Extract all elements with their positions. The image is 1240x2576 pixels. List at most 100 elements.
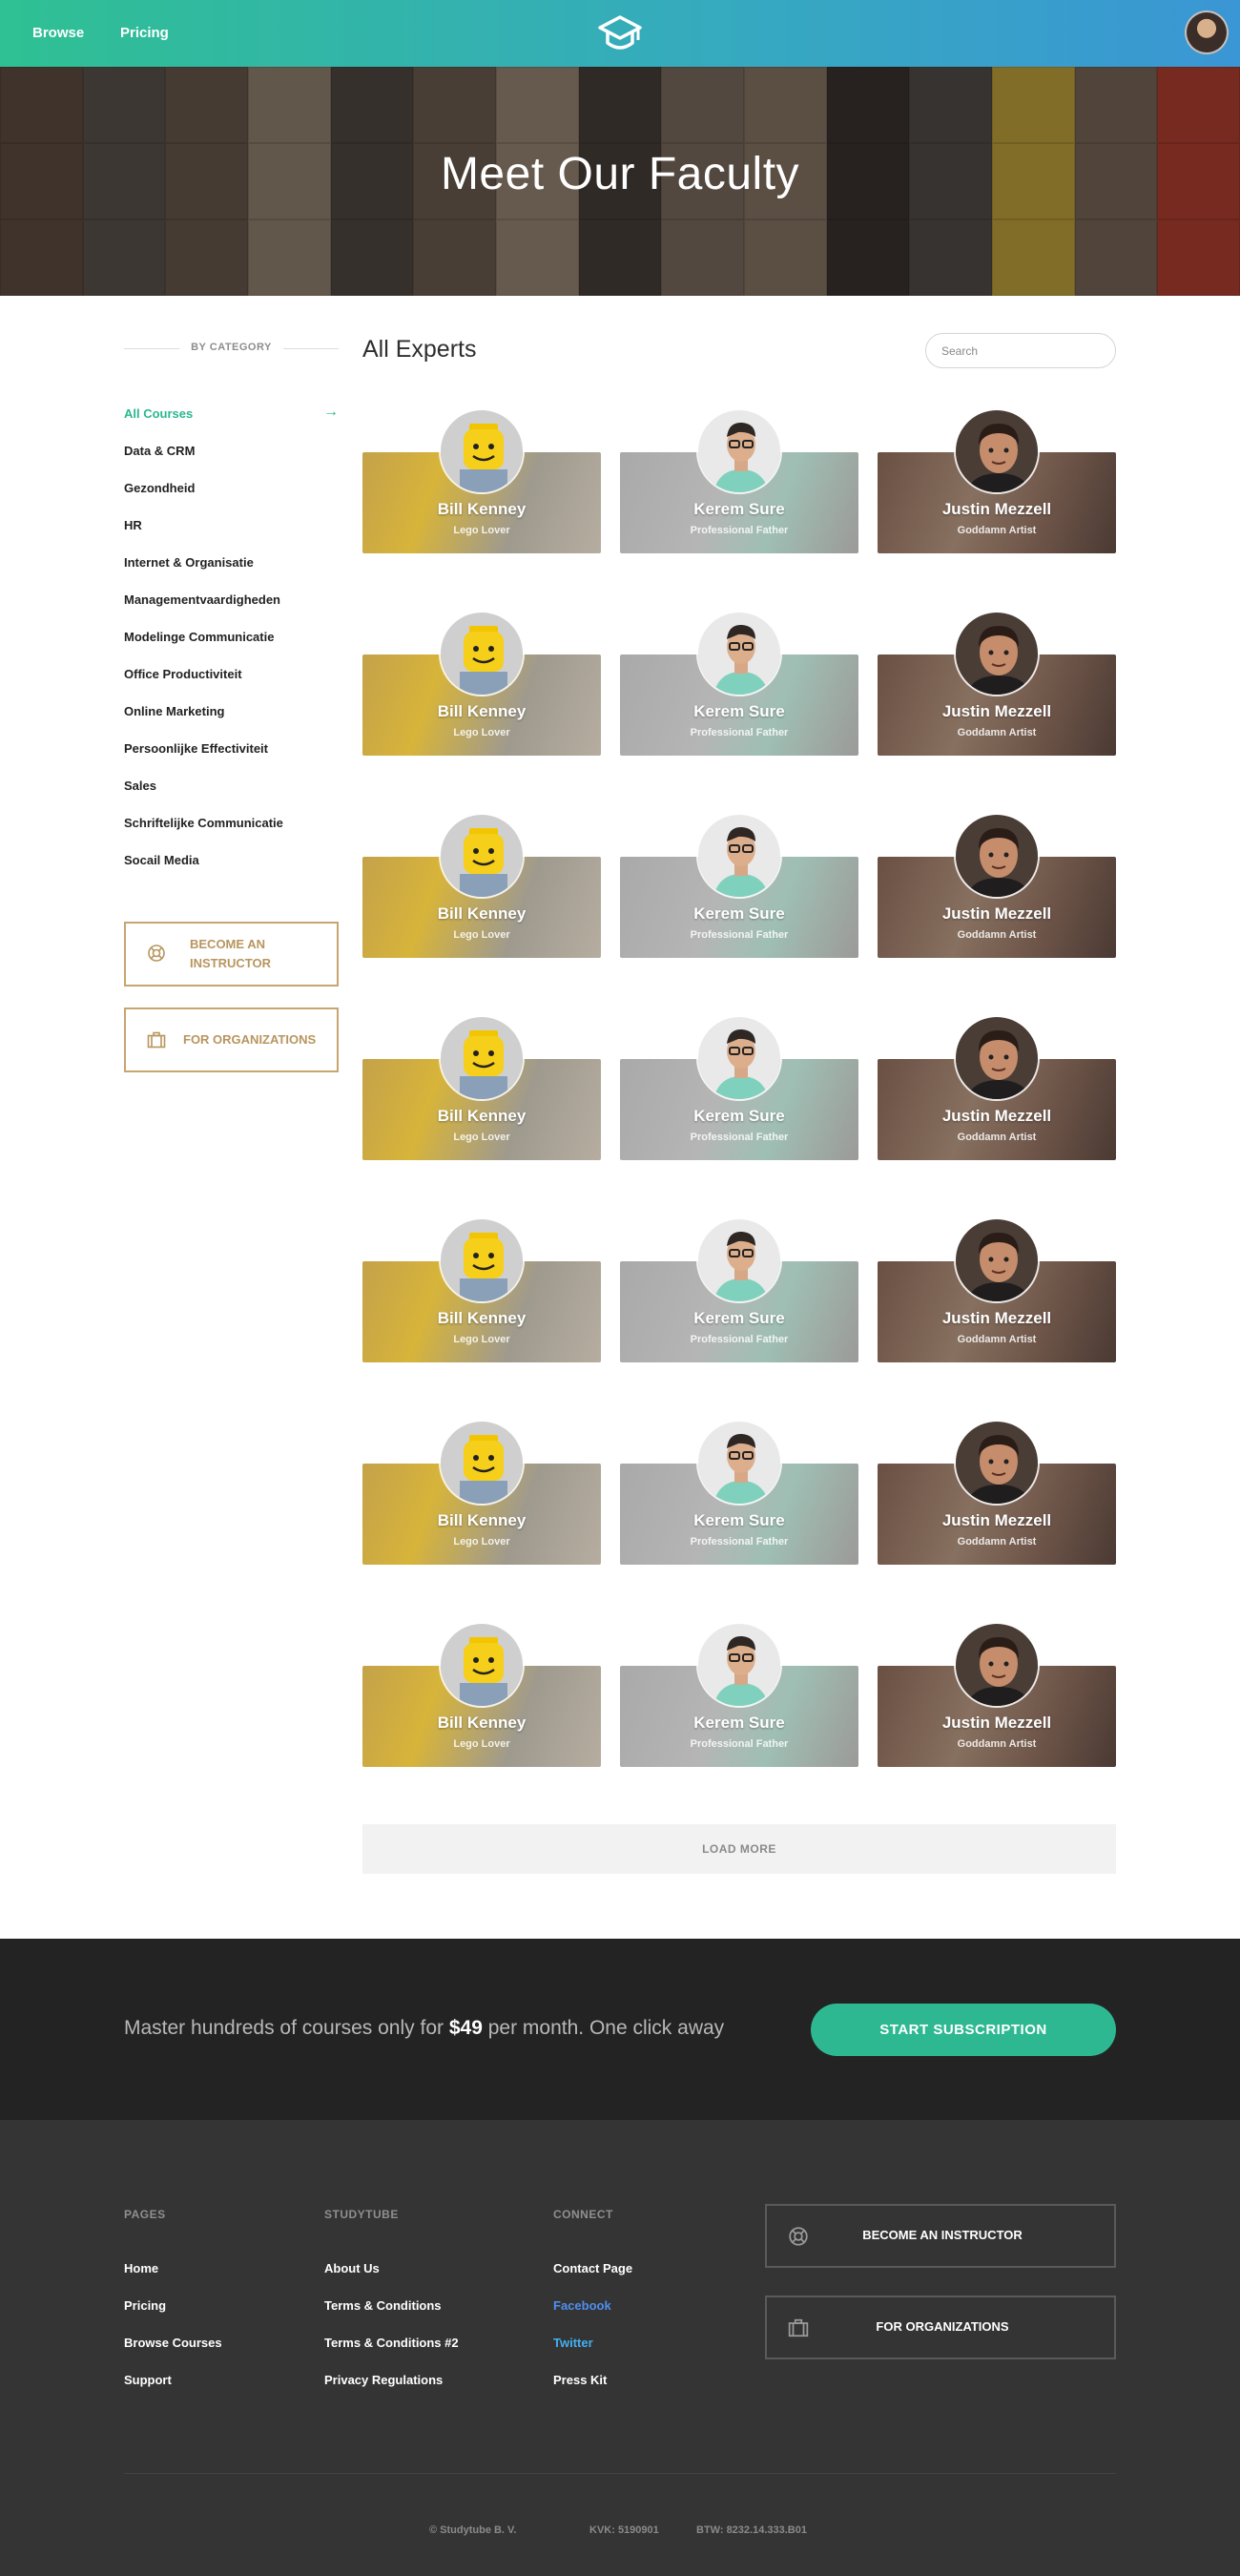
load-more-button[interactable]: LOAD MORE: [362, 1824, 1116, 1874]
graduation-cap-icon[interactable]: [596, 11, 644, 55]
expert-role: Goddamn Artist: [957, 727, 1037, 738]
subscription-banner: Master hundreds of courses only for $49 …: [0, 1939, 1240, 2120]
expert-role: Lego Lover: [453, 1334, 510, 1345]
expert-portrait: [954, 1622, 1040, 1708]
expert-card[interactable]: Justin Mezzell Goddamn Artist: [878, 1015, 1116, 1160]
expert-portrait: [954, 1015, 1040, 1101]
expert-name: Bill Kenney: [437, 1107, 527, 1125]
expert-card[interactable]: Kerem Sure Professional Father: [620, 408, 858, 553]
expert-card[interactable]: Justin Mezzell Goddamn Artist: [878, 611, 1116, 756]
expert-card[interactable]: Kerem Sure Professional Father: [620, 1420, 858, 1565]
expert-card[interactable]: Bill Kenney Lego Lover: [362, 408, 601, 553]
expert-name: Justin Mezzell: [941, 500, 1052, 518]
expert-role: Professional Father: [690, 1132, 789, 1143]
for-organizations-button[interactable]: FOR ORGANIZATIONS: [124, 1008, 339, 1072]
footer-link[interactable]: Press Kit: [553, 2373, 632, 2410]
become-instructor-label-line2: INSTRUCTOR: [190, 956, 271, 970]
expert-portrait: [696, 813, 782, 899]
footer-link[interactable]: Privacy Regulations: [324, 2373, 459, 2410]
expert-card[interactable]: Justin Mezzell Goddamn Artist: [878, 408, 1116, 553]
expert-name: Bill Kenney: [437, 1309, 527, 1327]
expert-portrait: [696, 611, 782, 696]
expert-card[interactable]: Bill Kenney Lego Lover: [362, 1622, 601, 1767]
expert-portrait: [954, 408, 1040, 494]
footer-link[interactable]: Support: [124, 2373, 222, 2410]
category-item[interactable]: Schriftelijke Communicatie: [124, 816, 339, 853]
expert-name: Justin Mezzell: [941, 1309, 1052, 1327]
user-avatar[interactable]: [1185, 10, 1229, 54]
footer-link[interactable]: Home: [124, 2261, 222, 2298]
search-input[interactable]: [925, 333, 1116, 368]
briefcase-icon: [147, 1030, 166, 1049]
subscription-text-after: per month. One click away: [482, 2017, 725, 2039]
category-item[interactable]: All Courses →: [124, 404, 339, 444]
footer-for-organizations-button[interactable]: FOR ORGANIZATIONS: [765, 2296, 1116, 2359]
subscription-text-before: Master hundreds of courses only for: [124, 2017, 449, 2039]
footer-link[interactable]: Facebook: [553, 2298, 632, 2336]
expert-role: Goddamn Artist: [957, 525, 1037, 536]
expert-card[interactable]: Bill Kenney Lego Lover: [362, 1420, 601, 1565]
category-item[interactable]: Sales: [124, 779, 339, 816]
expert-portrait: [439, 1420, 525, 1506]
footer-become-instructor-button[interactable]: BECOME AN INSTRUCTOR: [765, 2204, 1116, 2268]
expert-role: Professional Father: [690, 727, 789, 738]
expert-card[interactable]: Bill Kenney Lego Lover: [362, 611, 601, 756]
category-item[interactable]: Office Productiviteit: [124, 667, 339, 704]
start-subscription-button[interactable]: START SUBSCRIPTION: [811, 2004, 1116, 2056]
footer-link[interactable]: Terms & Conditions #2: [324, 2336, 459, 2373]
expert-portrait: [696, 1420, 782, 1506]
expert-card[interactable]: Kerem Sure Professional Father: [620, 1622, 858, 1767]
expert-card[interactable]: Bill Kenney Lego Lover: [362, 813, 601, 958]
category-list: All Courses → Data & CRM Gezondheid HR Intern…: [124, 404, 339, 890]
expert-name: Bill Kenney: [437, 1714, 527, 1732]
expert-name: Kerem Sure: [693, 702, 785, 720]
expert-name: Bill Kenney: [437, 904, 527, 923]
category-item[interactable]: Internet & Organisatie: [124, 555, 339, 592]
expert-name: Justin Mezzell: [941, 1511, 1052, 1529]
footer-pages-heading: PAGES: [124, 2208, 166, 2221]
expert-card[interactable]: Kerem Sure Professional Father: [620, 813, 858, 958]
expert-card[interactable]: Kerem Sure Professional Father: [620, 1217, 858, 1362]
expert-role: Lego Lover: [453, 525, 510, 536]
expert-role: Lego Lover: [453, 1536, 510, 1548]
category-item[interactable]: HR: [124, 518, 339, 555]
footer-link[interactable]: About Us: [324, 2261, 459, 2298]
expert-name: Kerem Sure: [693, 1107, 785, 1125]
category-item[interactable]: Gezondheid: [124, 481, 339, 518]
become-instructor-button[interactable]: BECOME AN INSTRUCTOR: [124, 922, 339, 987]
expert-card[interactable]: Justin Mezzell Goddamn Artist: [878, 1420, 1116, 1565]
expert-card[interactable]: Kerem Sure Professional Father: [620, 611, 858, 756]
category-item-label: Data & CRM: [124, 444, 196, 458]
expert-card[interactable]: Bill Kenney Lego Lover: [362, 1217, 601, 1362]
expert-role: Lego Lover: [453, 929, 510, 941]
category-item-label: Schriftelijke Communicatie: [124, 816, 283, 830]
footer-link[interactable]: Contact Page: [553, 2261, 632, 2298]
category-item[interactable]: Data & CRM: [124, 444, 339, 481]
footer-link[interactable]: Browse Courses: [124, 2336, 222, 2373]
expert-card[interactable]: Justin Mezzell Goddamn Artist: [878, 1622, 1116, 1767]
expert-portrait: [696, 408, 782, 494]
expert-portrait: [439, 408, 525, 494]
category-item[interactable]: Managementvaardigheden: [124, 592, 339, 630]
expert-role: Lego Lover: [453, 1132, 510, 1143]
footer-link[interactable]: Terms & Conditions: [324, 2298, 459, 2336]
expert-card[interactable]: Kerem Sure Professional Father: [620, 1015, 858, 1160]
expert-card[interactable]: Bill Kenney Lego Lover: [362, 1015, 601, 1160]
category-item[interactable]: Modelinge Communicatie: [124, 630, 339, 667]
footer-link[interactable]: Pricing: [124, 2298, 222, 2336]
category-item[interactable]: Persoonlijke Effectiviteit: [124, 741, 339, 779]
lifebuoy-icon: [147, 944, 166, 963]
nav-pricing-link[interactable]: Pricing: [120, 25, 169, 41]
category-item[interactable]: Online Marketing: [124, 704, 339, 741]
expert-card[interactable]: Justin Mezzell Goddamn Artist: [878, 1217, 1116, 1362]
expert-role: Professional Father: [690, 1738, 789, 1750]
nav-browse-link[interactable]: Browse: [32, 25, 84, 41]
expert-name: Kerem Sure: [693, 1714, 785, 1732]
category-item[interactable]: Socail Media: [124, 853, 339, 890]
footer-kvk: KVK: 5190901: [589, 2524, 659, 2536]
expert-card[interactable]: Justin Mezzell Goddamn Artist: [878, 813, 1116, 958]
expert-portrait: [696, 1015, 782, 1101]
footer-connect-list: Contact Page Facebook Twitter Press Kit: [553, 2261, 632, 2410]
footer-link[interactable]: Twitter: [553, 2336, 632, 2373]
category-header-label: BY CATEGORY: [191, 342, 272, 353]
